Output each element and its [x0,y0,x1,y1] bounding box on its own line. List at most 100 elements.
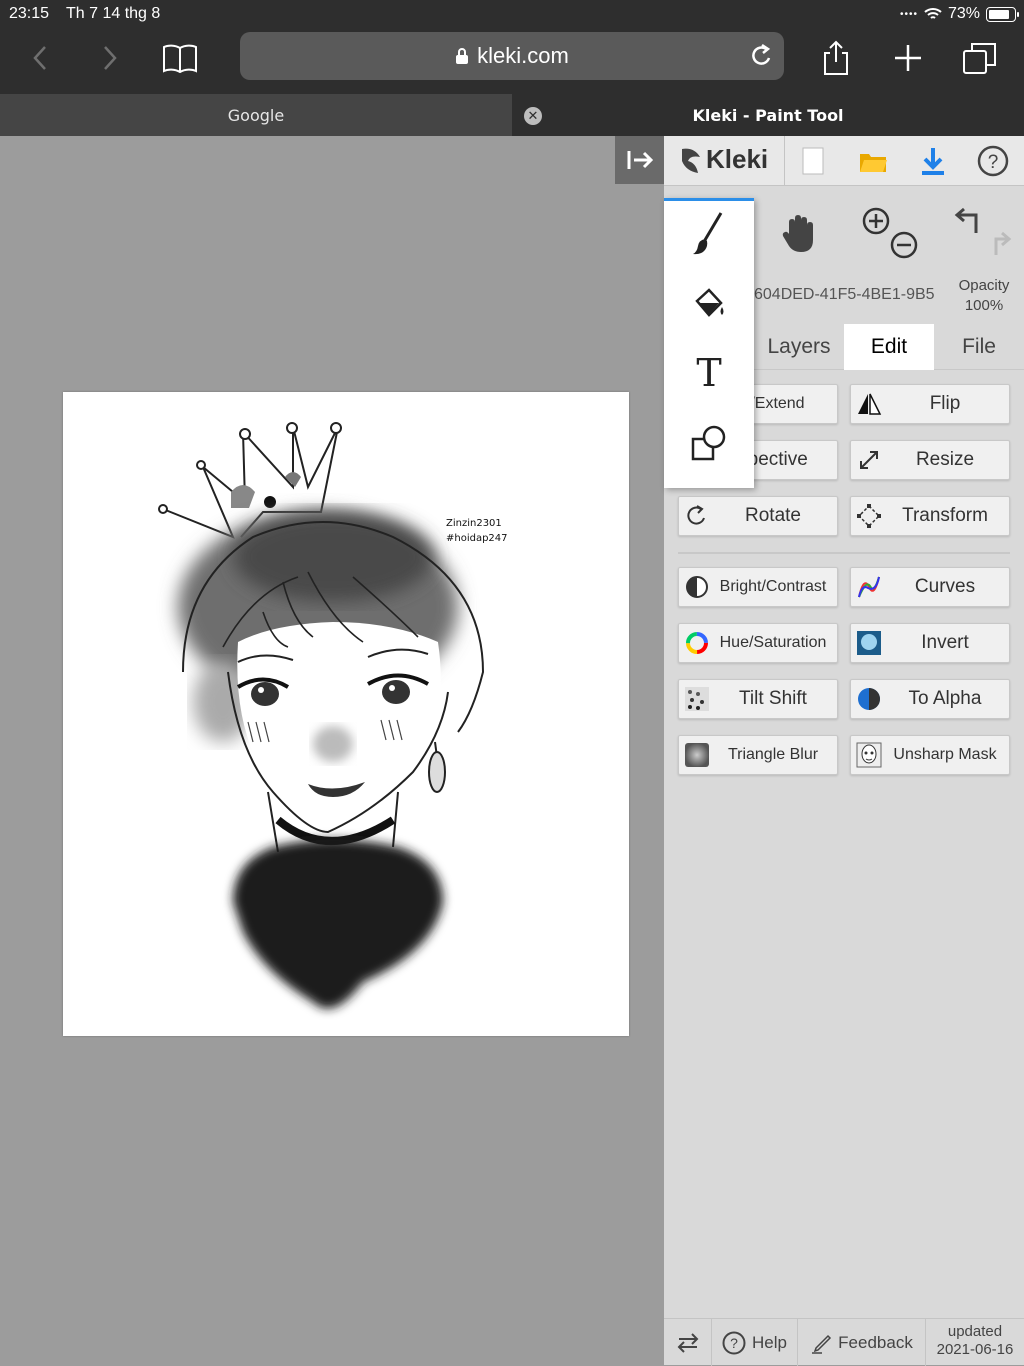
swap-arrows-icon [677,1332,698,1353]
svg-text:?: ? [730,1335,738,1351]
invert-button[interactable]: Invert [850,623,1010,663]
zoom-in-out-icon [862,207,918,259]
updated-date: 2021-06-16 [936,1341,1014,1358]
swap-side-button[interactable] [664,1319,712,1366]
flip-button[interactable]: Flip [850,384,1010,424]
resize-label: Resize [915,449,975,470]
rotate-label: Rotate [745,505,801,526]
kleki-logo-icon [682,148,700,173]
opacity-label: Opacity [958,277,1010,294]
text-tool[interactable]: T [664,338,754,408]
tab-bar: Google Kleki - Paint Tool [0,94,1024,136]
transform-button[interactable]: Transform [850,496,1010,536]
drawing-artwork [158,422,485,1009]
rotate-button[interactable]: Rotate [678,496,838,536]
tab-kleki[interactable]: Kleki - Paint Tool [512,94,1024,136]
hand-tool[interactable] [754,198,844,268]
opacity-value: 100% [964,297,1004,314]
tilt-shift-button[interactable]: Tilt Shift [678,679,838,719]
tilt-shift-icon [679,680,715,718]
resize-button[interactable]: Resize [850,440,1010,480]
help-circle-icon: ? [722,1331,746,1354]
collapse-panel-button[interactable] [615,136,664,184]
to-alpha-label: To Alpha [908,688,982,709]
unsharp-mask-button[interactable]: Unsharp Mask [850,735,1010,775]
help-label: Help [752,1332,787,1352]
status-bar: 23:15 Th 7 14 thg 8 •••• 73% [0,0,1024,28]
rotate-icon [679,497,715,535]
fill-tool[interactable] [664,268,754,338]
tab-file[interactable]: File [934,324,1024,370]
new-tab-icon[interactable] [888,38,928,78]
kleki-panel: Kleki ? 604DED-41F5-4BE1-9B5 Opacity 100… [664,136,1024,1366]
drawing-canvas[interactable]: Zinzin2301 #hoidap247 [63,392,629,1036]
bright-contrast-button[interactable]: Bright/Contrast [678,567,838,607]
undo-redo-controls[interactable] [934,198,1024,268]
opacity-display[interactable]: Opacity 100% [954,276,1014,316]
curves-icon [851,568,887,606]
layer-name[interactable]: 604DED-41F5-4BE1-9B5 [754,286,944,304]
triangle-blur-button[interactable]: Triangle Blur [678,735,838,775]
zoom-controls[interactable] [844,198,934,268]
shape-tool[interactable] [664,408,754,478]
curves-label: Curves [914,576,976,597]
unsharp-mask-label: Unsharp Mask [893,746,997,763]
feedback-button[interactable]: Feedback [798,1319,926,1366]
logo-text: Kleki [706,144,769,174]
resize-icon [851,441,887,479]
panel-topbar: Kleki ? [664,136,1024,186]
new-image-icon[interactable] [794,142,832,180]
kleki-logo[interactable]: Kleki [678,144,768,175]
hue-saturation-button[interactable]: Hue/Saturation [678,623,838,663]
download-icon[interactable] [914,142,952,180]
brush-tool[interactable] [664,198,754,268]
tabs-overview-icon[interactable] [960,38,1000,78]
unsharp-mask-icon [851,736,887,774]
signal-icon: •••• [899,8,918,20]
forward-icon[interactable] [90,38,130,78]
text-icon: T [696,351,722,395]
curves-button[interactable]: Curves [850,567,1010,607]
brush-icon [693,212,723,255]
flip-label: Flip [929,393,961,414]
to-alpha-icon [851,680,887,718]
signature-text: Zinzin2301 #hoidap247 [446,516,508,546]
open-folder-icon[interactable] [854,142,892,180]
bright-contrast-icon [679,568,715,606]
url-bar[interactable]: kleki.com [240,32,784,80]
back-icon[interactable] [20,38,60,78]
tool-dropdown: T [664,198,754,488]
share-icon[interactable] [816,38,856,78]
section-divider [678,552,1010,554]
browser-toolbar: kleki.com [0,28,1024,94]
feedback-pen-icon [812,1334,832,1354]
status-date: Th 7 14 thg 8 [66,5,161,22]
bright-contrast-label: Bright/Contrast [719,578,827,595]
battery-icon [986,6,1019,22]
url-text: kleki.com [477,43,569,68]
collapse-arrow-icon [627,151,653,169]
tab-layers[interactable]: Layers [754,324,844,370]
invert-label: Invert [921,632,969,653]
paint-bucket-icon [695,288,724,317]
tab-google[interactable]: Google [0,94,512,136]
flip-icon [851,385,887,423]
hand-icon [782,215,813,252]
status-time: 23:15 [9,5,50,22]
help-icon[interactable]: ? [974,142,1012,180]
shape-icon [691,425,726,461]
battery-percent: 73% [947,5,980,22]
triangle-blur-label: Triangle Blur [727,746,819,763]
signature-line2: #hoidap247 [446,533,508,544]
svg-text:?: ? [988,152,999,173]
transform-label: Transform [902,505,988,526]
help-button[interactable]: ? Help [712,1319,798,1366]
signature-line1: Zinzin2301 [446,518,502,529]
close-tab-icon[interactable]: ✕ [524,107,542,125]
updated-label: updated [947,1323,1003,1340]
hue-saturation-label: Hue/Saturation [719,634,827,651]
to-alpha-button[interactable]: To Alpha [850,679,1010,719]
bookmarks-icon[interactable] [160,38,200,78]
tab-edit[interactable]: Edit [844,324,934,370]
reload-icon[interactable] [748,42,774,70]
